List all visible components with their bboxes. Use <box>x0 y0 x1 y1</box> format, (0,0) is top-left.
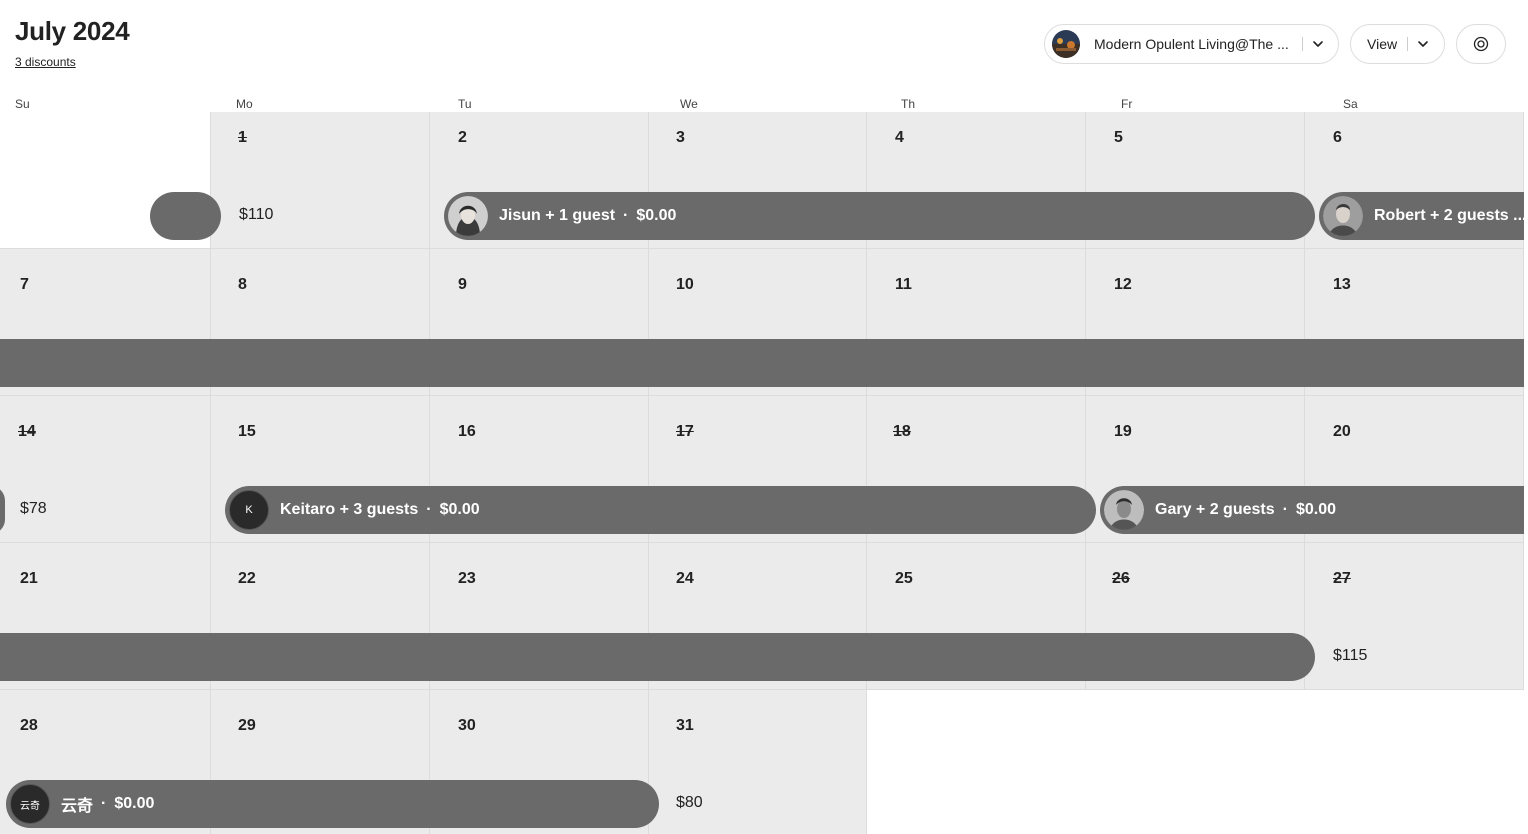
guest-name: Robert + 2 guests ... <box>1374 207 1524 224</box>
divider <box>1302 37 1303 51</box>
guest-name: Gary + 2 guests <box>1155 501 1275 518</box>
day-number: 19 <box>1114 423 1132 440</box>
day-cell[interactable]: 31 $80 <box>649 690 867 834</box>
view-selector[interactable]: View <box>1350 24 1445 64</box>
day-cell[interactable]: 27 $115 <box>1305 543 1524 690</box>
day-number: 24 <box>676 570 694 587</box>
day-number: 31 <box>676 717 694 734</box>
weekday-label: Tu <box>458 97 472 111</box>
day-number: 20 <box>1333 423 1351 440</box>
nightly-price: $115 <box>1333 647 1368 664</box>
weekday-label: Fr <box>1121 97 1133 111</box>
empty-cell <box>867 690 1524 834</box>
day-number: 12 <box>1114 276 1132 293</box>
weekday-label: Th <box>901 97 916 111</box>
payout-amount: $0.00 <box>636 207 677 224</box>
reservation-bar[interactable]: K Keitaro + 3 guests · $0.00 <box>225 486 1096 534</box>
guest-name: 云奇 <box>61 798 94 815</box>
calendar-header: July 2024 3 discounts Modern Opulent Liv… <box>0 0 1528 90</box>
day-number: 11 <box>895 276 912 293</box>
day-number: 15 <box>238 423 256 440</box>
day-number: 30 <box>458 717 476 734</box>
payout-amount: $0.00 <box>114 795 155 812</box>
day-number: 18 <box>893 423 911 440</box>
reservation-bar[interactable]: Jisun + 1 guest · $0.00 <box>444 192 1315 240</box>
day-number: 29 <box>238 717 256 734</box>
reservation-bar[interactable]: Robert + 2 guests ... <box>1319 192 1524 240</box>
day-number: 8 <box>238 276 247 293</box>
guest-name: Jisun + 1 guest <box>499 207 616 224</box>
guest-avatar <box>448 196 488 236</box>
nightly-price: $110 <box>239 206 274 223</box>
day-number: 21 <box>20 570 38 587</box>
day-number: 16 <box>458 423 476 440</box>
separator-dot: · <box>101 795 107 812</box>
guest-name: Keitaro + 3 guests <box>280 501 419 518</box>
guest-avatar <box>1104 490 1144 530</box>
weekday-label: Sa <box>1343 97 1358 111</box>
separator-dot: · <box>623 207 629 224</box>
day-number: 23 <box>458 570 476 587</box>
view-label: View <box>1367 36 1398 52</box>
weekday-label: Mo <box>236 97 253 111</box>
avatar-initial: K <box>245 504 253 516</box>
day-number: 27 <box>1333 570 1351 587</box>
listing-name: Modern Opulent Living@The ... <box>1094 36 1289 52</box>
reservation-bar[interactable] <box>0 339 1524 387</box>
day-cell[interactable]: 14 $78 <box>0 396 211 543</box>
day-number: 17 <box>676 423 694 440</box>
month-title: July 2024 <box>15 16 130 46</box>
day-number: 9 <box>458 276 467 293</box>
day-number: 13 <box>1333 276 1351 293</box>
day-number: 5 <box>1114 129 1123 146</box>
chevron-down-icon <box>1313 41 1323 47</box>
discounts-link[interactable]: 3 discounts <box>15 55 76 69</box>
day-number: 25 <box>895 570 913 587</box>
day-number: 1 <box>238 129 247 146</box>
day-number: 2 <box>458 129 467 146</box>
reservation-bar-tail[interactable] <box>150 192 221 240</box>
divider <box>1407 37 1409 51</box>
listing-thumbnail <box>1052 30 1080 58</box>
chevron-down-icon <box>1418 41 1428 47</box>
weekday-label: Su <box>15 97 30 111</box>
calendar-grid: 1 $110 2 3 4 5 6 7 8 9 10 11 12 13 14 $7… <box>0 112 1524 834</box>
day-cell[interactable]: 1 $110 <box>211 112 430 249</box>
guest-avatar: 云奇 <box>10 784 50 824</box>
guest-avatar <box>1323 196 1363 236</box>
reservation-bar[interactable] <box>0 633 1315 681</box>
reservation-bar[interactable]: Gary + 2 guests · $0.00 <box>1100 486 1524 534</box>
nightly-price: $78 <box>20 500 47 517</box>
day-number: 6 <box>1333 129 1342 146</box>
payout-amount: $0.00 <box>1295 501 1336 518</box>
settings-icon <box>1473 36 1489 52</box>
reservation-bar[interactable]: 云奇 云奇 · $0.00 <box>6 780 659 828</box>
listing-selector[interactable]: Modern Opulent Living@The ... <box>1044 24 1339 64</box>
day-number: 10 <box>676 276 694 293</box>
day-number: 4 <box>895 129 904 146</box>
weekday-label: We <box>680 97 698 111</box>
day-number: 14 <box>18 423 36 440</box>
separator-dot: · <box>1282 501 1288 518</box>
day-number: 28 <box>20 717 38 734</box>
day-number: 3 <box>676 129 685 146</box>
day-number: 26 <box>1112 570 1130 587</box>
payout-amount: $0.00 <box>439 501 480 518</box>
settings-button[interactable] <box>1456 24 1506 64</box>
day-number: 7 <box>20 276 29 293</box>
avatar-initial: 云奇 <box>20 800 40 812</box>
day-number: 22 <box>238 570 256 587</box>
guest-avatar: K <box>229 490 269 530</box>
nightly-price: $80 <box>676 794 703 811</box>
separator-dot: · <box>426 501 432 518</box>
